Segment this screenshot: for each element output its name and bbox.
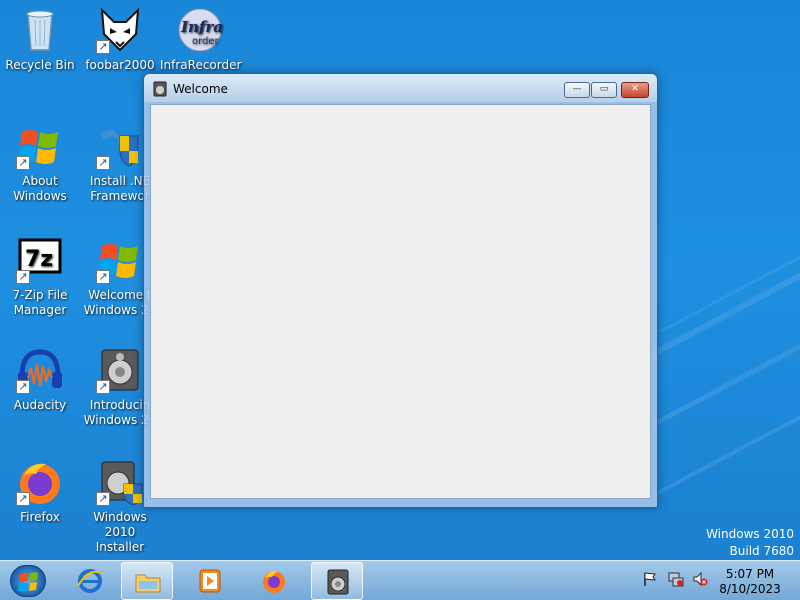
windows-build-watermark: Windows 2010 Build 7680 (706, 526, 794, 560)
installer-icon: ↗ (96, 458, 144, 506)
shield-icon: ↗ (96, 122, 144, 170)
close-button[interactable]: ✕ (621, 82, 649, 98)
taskbar-item-firefox[interactable] (248, 562, 300, 600)
window-titlebar[interactable]: Welcome — ▭ ✕ (144, 74, 657, 102)
desktop-icon-label: Windows 2010 Installer (93, 510, 147, 554)
taskbar-clock[interactable]: 5:07 PM 8/10/2023 (708, 567, 792, 597)
clock-date: 8/10/2023 (719, 582, 781, 596)
windows-logo-icon (18, 572, 38, 591)
infrarecorder-logo-sub: order (192, 36, 220, 47)
desktop-icon-label: Audacity (13, 398, 67, 412)
windows-logo-icon: ↗ (96, 236, 144, 284)
audacity-icon: ↗ (16, 346, 64, 394)
infrarecorder-logo-text: Infra (180, 18, 223, 36)
recycle-bin-icon (16, 6, 64, 54)
firefox-icon (260, 568, 288, 594)
7zip-icon: 7z ↗ (16, 236, 64, 284)
infrarecorder-icon: Infra order (176, 6, 224, 54)
desktop-icon-infrarecorder[interactable]: Infra order InfraRecorder (160, 6, 242, 73)
windows-logo-icon: ↗ (16, 122, 64, 170)
desktop-icon-foobar2000[interactable]: ↗ foobar2000 (80, 6, 160, 73)
media-player-icon (196, 568, 224, 594)
desktop-icon-label: foobar2000 (85, 58, 155, 72)
window-title: Welcome (173, 82, 228, 96)
desktop-icon-label: About Windows (13, 174, 67, 203)
shortcut-arrow-icon: ↗ (16, 492, 30, 506)
shortcut-arrow-icon: ↗ (96, 380, 110, 394)
desktop-icon-audacity[interactable]: ↗ Audacity (0, 346, 80, 413)
taskbar-item-explorer[interactable] (121, 562, 173, 600)
shortcut-arrow-icon: ↗ (96, 40, 110, 54)
speaker-icon (152, 81, 168, 97)
network-icon[interactable] (668, 571, 684, 587)
desktop-icon-recycle-bin[interactable]: Recycle Bin (0, 6, 80, 73)
shortcut-arrow-icon: ↗ (16, 380, 30, 394)
window-client-area (150, 104, 651, 499)
desktop-icon-label: Firefox (20, 510, 60, 524)
desktop-icon-label: InfraRecorder (160, 58, 242, 72)
foobar2000-icon: ↗ (96, 6, 144, 54)
shortcut-arrow-icon: ↗ (96, 270, 110, 284)
shortcut-arrow-icon: ↗ (96, 492, 110, 506)
wallpaper-streak (640, 359, 800, 504)
shortcut-arrow-icon: ↗ (16, 270, 30, 284)
firefox-icon: ↗ (16, 458, 64, 506)
shortcut-arrow-icon: ↗ (96, 156, 110, 170)
maximize-button[interactable]: ▭ (591, 82, 617, 98)
desktop-icon-label: Recycle Bin (5, 58, 75, 72)
clock-time: 5:07 PM (725, 567, 775, 581)
folder-icon (134, 569, 162, 595)
desktop-icon-7zip[interactable]: 7z ↗ 7-Zip File Manager (0, 236, 80, 318)
welcome-window[interactable]: Welcome — ▭ ✕ (143, 73, 658, 508)
speaker-icon (324, 569, 352, 595)
taskbar-item-internet-explorer[interactable] (64, 562, 116, 600)
7zip-logo-text: 7z (25, 247, 53, 272)
minimize-button[interactable]: — (564, 82, 590, 98)
taskbar-item-media-player[interactable] (184, 562, 236, 600)
start-button[interactable] (10, 565, 46, 597)
watermark-build: Build 7680 (729, 544, 794, 558)
taskbar-item-welcome[interactable] (311, 562, 363, 600)
flag-icon[interactable] (642, 571, 658, 587)
watermark-edition: Windows 2010 (706, 527, 794, 541)
desktop-icon-label: 7-Zip File Manager (12, 288, 68, 317)
speaker-icon: ↗ (96, 346, 144, 394)
desktop-icon-about-windows[interactable]: ↗ About Windows (0, 122, 80, 204)
ie-icon (76, 568, 104, 594)
taskbar: 5:07 PM 8/10/2023 (0, 560, 800, 600)
desktop-icon-firefox[interactable]: ↗ Firefox (0, 458, 80, 525)
shortcut-arrow-icon: ↗ (16, 156, 30, 170)
volume-muted-icon[interactable] (692, 571, 708, 587)
